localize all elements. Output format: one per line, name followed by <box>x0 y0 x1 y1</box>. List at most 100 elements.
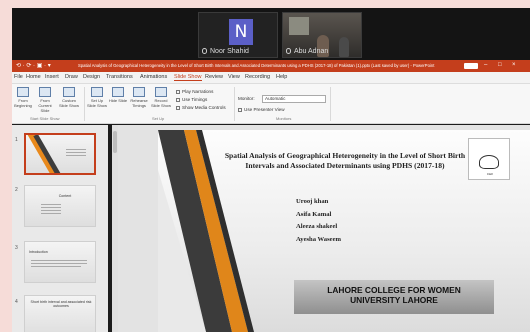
participant-name: Abu Adnan <box>294 48 329 55</box>
participant-name: Noor Shahid <box>210 48 249 55</box>
slide-thumbnail-pane: 1 2 Content 3 Introduction 4 Short birth… <box>12 125 108 332</box>
slides-icon <box>63 87 75 97</box>
participant-tile-noor[interactable]: N Noor Shahid <box>198 12 278 58</box>
app-title-bar: ⟲ · ⟳ · ▣ · ▾ Spatial Analysis of Geogra… <box>12 60 530 72</box>
current-slide[interactable]: Spatial Analysis of Geographical Heterog… <box>158 130 530 332</box>
shared-screen: N Noor Shahid Abu Adnan ⟲ · ⟳ · ▣ · ▾ Sp… <box>12 8 530 332</box>
slide-thumbnail-1[interactable] <box>24 133 96 175</box>
slide-thumbnail-4[interactable]: Short birth interval and associated risk… <box>24 295 96 332</box>
participant-tile-video[interactable]: Abu Adnan <box>282 12 362 58</box>
institution-line-1: LAHORE COLLEGE FOR WOMEN <box>327 285 461 295</box>
rehearse-timings-button[interactable]: Rehearse Timings <box>128 87 150 108</box>
record-slide-show-button[interactable]: Record Slide Show <box>150 87 172 108</box>
close-icon[interactable]: × <box>512 62 516 68</box>
slide-thumbnail-2[interactable]: Content <box>24 185 96 227</box>
video-window <box>289 17 309 35</box>
slide-title: Spatial Analysis of Geographical Heterog… <box>224 151 466 170</box>
set-up-slide-show-button[interactable]: Set Up Slide Show <box>86 87 108 108</box>
ribbon-divider <box>330 87 331 121</box>
hide-slide-button[interactable]: Hide Slide <box>107 87 129 103</box>
slide-number: 3 <box>15 245 18 251</box>
monitor-select[interactable]: Automatic <box>262 95 326 103</box>
ribbon-tabs: File Home Insert Draw Design Transitions… <box>12 72 530 84</box>
tab-transitions[interactable]: Transitions <box>106 74 133 80</box>
from-beginning-button[interactable]: From Beginning <box>12 87 34 108</box>
ribbon-divider <box>84 87 85 121</box>
slide-number: 4 <box>15 299 18 305</box>
checkbox-icon <box>176 89 180 94</box>
from-current-slide-button[interactable]: From Current Slide <box>34 87 56 113</box>
record-icon <box>155 87 167 97</box>
checkbox-label: Play Narrations <box>182 89 214 94</box>
tab-view[interactable]: View <box>228 74 240 80</box>
timer-icon <box>133 87 145 97</box>
seal-icon <box>479 155 499 169</box>
sign-in-button[interactable] <box>464 63 478 69</box>
college-logo: 1922 <box>468 138 510 180</box>
thumb-title: Content <box>58 194 72 198</box>
slide-number: 1 <box>15 137 18 143</box>
group-label: Monitors <box>276 116 292 121</box>
group-label: Start Slide Show <box>30 116 60 121</box>
setup-icon <box>91 87 103 97</box>
custom-slide-show-button[interactable]: Custom Slide Show <box>58 87 80 108</box>
presenter-view-checkbox[interactable]: Use Presenter View <box>238 107 285 112</box>
play-icon <box>17 87 29 97</box>
play-narrations-checkbox[interactable]: Play Narrations <box>176 89 213 94</box>
checkbox-label: Show Media Controls <box>182 105 226 110</box>
tab-draw[interactable]: Draw <box>65 74 78 80</box>
person-figure <box>339 37 349 57</box>
checkbox-icon <box>238 107 242 112</box>
checkbox-label: Use Presenter View <box>244 107 285 112</box>
mic-icon <box>286 48 291 54</box>
button-label: Hide Slide <box>108 98 128 103</box>
monitor-label: Monitor: <box>238 96 255 101</box>
tab-slide-show[interactable]: Slide Show <box>174 74 202 81</box>
tab-recording[interactable]: Recording <box>245 74 270 80</box>
author-name: Urooj khan <box>296 198 329 205</box>
checkbox-label: Use Timings <box>182 97 208 102</box>
minimize-icon[interactable]: – <box>484 62 487 68</box>
checkbox-icon <box>176 105 180 110</box>
button-label: From Current Slide <box>38 98 52 113</box>
logo-year: 1922 <box>487 173 493 176</box>
ribbon-divider <box>234 87 235 121</box>
thumb-text-lines <box>41 202 61 216</box>
scrollbar-thumb[interactable] <box>113 131 117 153</box>
tab-home[interactable]: Home <box>26 74 41 80</box>
button-label: Custom Slide Show <box>58 98 79 108</box>
mic-icon <box>202 48 207 54</box>
use-timings-checkbox[interactable]: Use Timings <box>176 97 207 102</box>
hide-icon <box>112 87 124 97</box>
tab-review[interactable]: Review <box>205 74 223 80</box>
button-label: Record Slide Show <box>150 98 171 108</box>
thumb-text-lines <box>31 258 87 269</box>
slide-editing-canvas: Spatial Analysis of Geographical Heterog… <box>118 125 530 332</box>
thumb-title: Introduction <box>29 250 48 254</box>
author-name: Asifa Kamal <box>296 210 332 218</box>
participant-avatar: N <box>229 19 253 45</box>
thumb-text-lines <box>66 147 86 158</box>
button-label: Rehearse Timings <box>130 98 148 108</box>
maximize-icon[interactable]: □ <box>498 62 502 68</box>
institution-line-2: UNIVERSITY LAHORE <box>350 295 438 305</box>
tab-file[interactable]: File <box>14 74 23 80</box>
thumb-title: Short birth interval and associated risk… <box>30 300 92 308</box>
quick-access-toolbar[interactable]: ⟲ · ⟳ · ▣ · ▾ <box>16 62 51 69</box>
group-label: Set Up <box>152 116 165 121</box>
button-label: From Beginning <box>14 98 32 108</box>
slide-number: 2 <box>15 187 18 193</box>
tab-design[interactable]: Design <box>83 74 100 80</box>
background-frame: N Noor Shahid Abu Adnan ⟲ · ⟳ · ▣ · ▾ Sp… <box>0 0 530 332</box>
slide-thumbnail-3[interactable]: Introduction <box>24 241 96 283</box>
tab-insert[interactable]: Insert <box>45 74 59 80</box>
button-label: Set Up Slide Show <box>86 98 107 108</box>
play-icon <box>39 87 51 97</box>
tab-help[interactable]: Help <box>276 74 287 80</box>
author-list: Urooj khan Asifa Kamal Aleeza shakeel Ay… <box>296 196 341 246</box>
author-name: Aleeza shakeel <box>296 223 338 230</box>
show-media-controls-checkbox[interactable]: Show Media Controls <box>176 105 226 110</box>
checkbox-icon <box>176 97 180 102</box>
tab-animations[interactable]: Animations <box>140 74 167 80</box>
ribbon-slide-show: From Beginning From Current Slide Custom… <box>12 84 530 124</box>
